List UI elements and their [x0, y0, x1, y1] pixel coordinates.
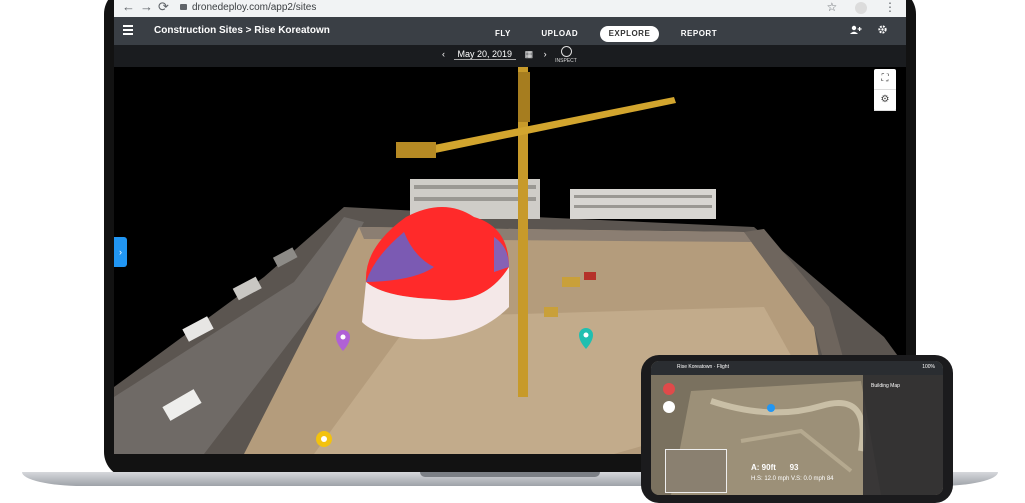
address-bar[interactable]: dronedeploy.com/app2/sites [180, 1, 860, 15]
phone-flight-title: Rise Koreatown · Flight [677, 364, 729, 370]
phone-speed: H.S: 12.0 mph V.S: 0.0 mph 84 [751, 476, 834, 482]
calendar-icon[interactable]: ▦ [525, 49, 534, 59]
phone-distance: 93 [789, 463, 799, 472]
phone-side-panel: Building Map [863, 375, 943, 495]
map-tools: ⛶ ⚙ [874, 69, 896, 111]
date-value[interactable]: May 20, 2019 [453, 49, 517, 60]
phone-panel-title: Building Map [871, 383, 900, 389]
back-button[interactable]: ← [122, 0, 135, 14]
tab-upload[interactable]: UPLOAD [532, 26, 587, 42]
side-panel-toggle[interactable]: › [114, 237, 127, 267]
url-text: dronedeploy.com/app2/sites [192, 2, 317, 13]
phone-device: Rise Koreatown · Flight 100% Building Ma… [641, 355, 953, 503]
browser-actions: ☆ ⋮ [813, 0, 896, 14]
add-user-icon[interactable] [849, 25, 865, 38]
gear-icon[interactable] [877, 25, 888, 38]
main-nav: FLY UPLOAD EXPLORE REPORT [486, 23, 734, 42]
browser-bar: ← → ⟳ dronedeploy.com/app2/sites ☆ ⋮ [114, 0, 906, 18]
phone-battery: 100% [922, 364, 935, 370]
fullscreen-icon[interactable]: ⛶ [874, 69, 896, 90]
phone-mini-map[interactable] [665, 449, 727, 493]
phone-telemetry: A: 90ft 93 H.S: 12.0 mph V.S: 0.0 mph 84 [751, 463, 834, 484]
bookmark-star-icon[interactable]: ☆ [827, 0, 838, 14]
phone-status-bar: Rise Koreatown · Flight 100% [651, 361, 943, 375]
header-actions [838, 24, 888, 38]
inspect-tool[interactable]: INSPECT [554, 45, 578, 64]
date-selector: ‹ May 20, 2019 ▦ › [442, 49, 547, 60]
browser-menu-icon[interactable]: ⋮ [884, 0, 896, 14]
tab-report[interactable]: REPORT [672, 26, 726, 42]
app-header: Construction Sites > Rise Koreatown FLY … [114, 17, 906, 45]
phone-record-button[interactable] [663, 383, 675, 395]
breadcrumb[interactable]: Construction Sites > Rise Koreatown [154, 25, 330, 36]
magnifier-icon [560, 46, 572, 57]
lock-icon [180, 4, 187, 10]
tab-explore[interactable]: EXPLORE [599, 26, 660, 42]
forward-button[interactable]: → [140, 0, 153, 14]
date-bar: ‹ May 20, 2019 ▦ › INSPECT [114, 45, 906, 67]
hamburger-menu-icon[interactable] [123, 25, 133, 35]
prev-date-button[interactable]: ‹ [442, 49, 445, 59]
inspect-label: INSPECT [555, 58, 577, 64]
tab-fly[interactable]: FLY [486, 26, 520, 42]
reload-button[interactable]: ⟳ [158, 0, 169, 14]
layers-icon[interactable]: ⚙ [874, 90, 896, 111]
phone-altitude: A: 90ft [751, 463, 776, 472]
profile-avatar[interactable] [854, 1, 867, 14]
phone-screen: Rise Koreatown · Flight 100% Building Ma… [651, 361, 943, 495]
next-date-button[interactable]: › [544, 49, 547, 59]
phone-grid-button[interactable] [663, 401, 675, 413]
laptop-notch [420, 472, 600, 477]
